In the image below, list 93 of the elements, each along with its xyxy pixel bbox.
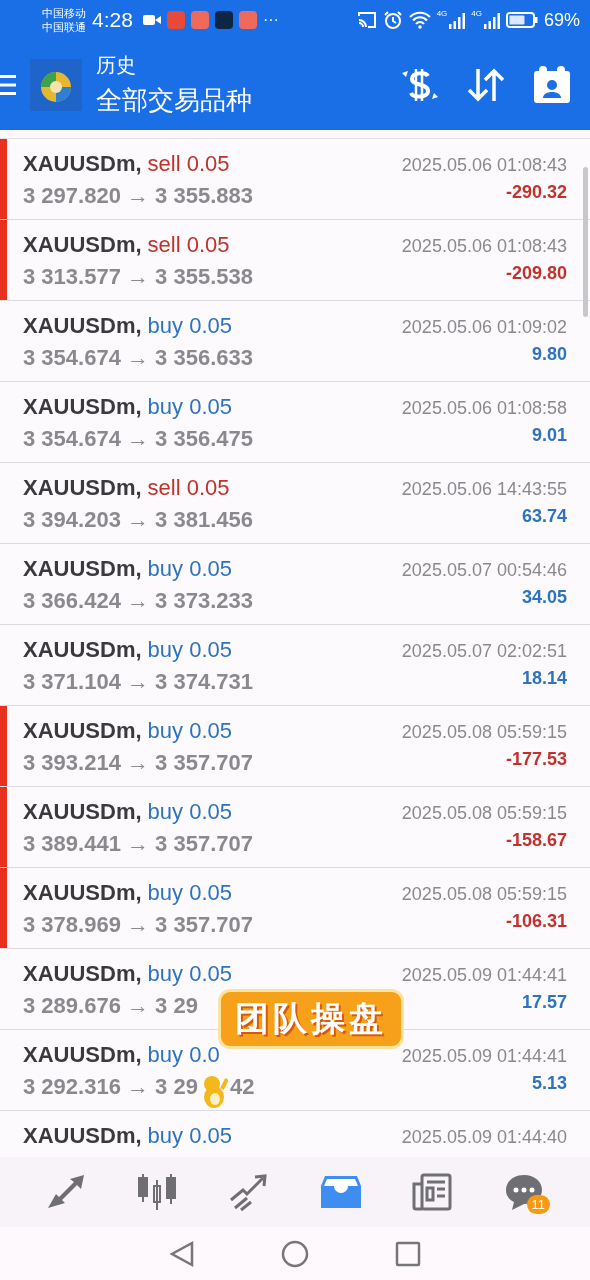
symbol-name: XAUUSDm, <box>23 475 142 501</box>
symbol-name: XAUUSDm, <box>23 394 142 420</box>
trade-type: buy 0.05 <box>147 799 232 825</box>
symbol-name: XAUUSDm, <box>23 1123 142 1149</box>
profit-value: 17.57 <box>521 992 567 1013</box>
trade-time: 2025.05.06 01:08:43 <box>401 236 567 257</box>
profit-value: 9.01 <box>531 425 567 446</box>
clock-time: 4:28 <box>92 8 133 32</box>
trade-time: 2025.05.09 01:44:41 <box>401 1046 567 1067</box>
trade-time: 2025.05.08 05:59:15 <box>401 803 567 824</box>
trade-type: buy 0.05 <box>147 1123 232 1149</box>
trade-time: 2025.05.08 05:59:15 <box>401 722 567 743</box>
video-camera-icon <box>142 14 161 26</box>
symbol-name: XAUUSDm, <box>23 1042 142 1068</box>
symbol-name: XAUUSDm, <box>23 232 142 258</box>
profit-value: -106.31 <box>505 911 567 932</box>
battery-icon <box>505 11 538 29</box>
carrier-name: 中国联通 <box>42 20 86 34</box>
price-range: 3 297.820 → 3 355.883 <box>23 183 253 208</box>
menu-icon[interactable] <box>0 73 16 97</box>
price-range: 3 371.104 → 3 374.731 <box>23 669 253 694</box>
profit-value: 9.80 <box>531 344 567 365</box>
profit-value: 5.13 <box>531 1073 567 1094</box>
price-range: 3 389.441 → 3 357.707 <box>23 831 253 856</box>
trade-time: 2025.05.09 01:44:41 <box>401 965 567 986</box>
profit-value: 34.05 <box>521 587 567 608</box>
trade-type: buy 0.0 <box>147 1042 220 1068</box>
trade-type: buy 0.05 <box>147 637 232 663</box>
price-range: 3 393.214 → 3 357.707 <box>23 750 253 775</box>
app-notification-icon <box>214 11 233 29</box>
sticker-caption: 团队操盘 <box>218 989 404 1049</box>
screen-title: 历史 <box>96 53 137 78</box>
price-range: 3 366.424 → 3 373.233 <box>23 588 253 613</box>
home-icon[interactable] <box>281 1240 309 1268</box>
price-range: 3 289.676 → 3 29 <box>23 993 198 1018</box>
trade-time: 2025.05.06 01:08:43 <box>401 155 567 176</box>
network-type-label: 4G <box>436 9 448 18</box>
signal-bars-icon <box>449 11 466 29</box>
trade-time: 2025.05.08 05:59:15 <box>401 884 567 905</box>
calendar-person-icon[interactable] <box>532 65 572 105</box>
profit-value: -158.67 <box>505 830 567 851</box>
trade-time: 2025.05.09 01:44:40 <box>401 1127 567 1148</box>
price-range: 3 292.316 → 3 29 <box>23 1074 198 1099</box>
price-range: 3 313.577 → 3 355.538 <box>23 264 253 289</box>
symbol-name: XAUUSDm, <box>23 799 142 825</box>
unread-badge: 11 <box>526 1195 551 1214</box>
more-notifications: ··· <box>262 11 279 29</box>
trade-type: buy 0.05 <box>147 961 232 987</box>
price-range: 3 354.674 → 3 356.633 <box>23 345 253 370</box>
signal-bars-icon <box>483 11 500 29</box>
trade-type: sell 0.05 <box>147 232 230 258</box>
price-range: 3 378.969 → 3 357.707 <box>23 912 253 937</box>
newspaper-icon <box>410 1172 455 1212</box>
trade-type: sell 0.05 <box>147 475 230 501</box>
trade-type: buy 0.05 <box>147 880 232 906</box>
app-notification-icon <box>166 11 185 29</box>
symbol-name: XAUUSDm, <box>23 556 142 582</box>
trade-type: buy 0.05 <box>147 718 232 744</box>
cast-icon <box>356 11 377 29</box>
trade-type: sell 0.05 <box>147 151 230 177</box>
app-logo-icon <box>30 59 82 111</box>
price-range: 3 394.203 → 3 381.456 <box>23 507 253 532</box>
app-notification-icon <box>190 11 209 29</box>
app-notification-icon <box>238 11 257 29</box>
trade-time: 2025.05.06 01:08:58 <box>401 398 567 419</box>
symbol-name: XAUUSDm, <box>23 880 142 906</box>
symbol-name: XAUUSDm, <box>23 961 142 987</box>
trade-type: buy 0.05 <box>147 394 232 420</box>
trade-time: 2025.05.06 01:09:02 <box>401 317 567 338</box>
recent-apps-icon[interactable] <box>395 1241 421 1267</box>
alarm-clock-icon <box>382 10 403 30</box>
profit-value: 63.74 <box>521 506 567 527</box>
profit-value: 18.14 <box>521 668 567 689</box>
price-range-fragment: 42 <box>229 1074 255 1099</box>
wifi-icon <box>408 11 431 29</box>
profit-value: -209.80 <box>505 263 567 284</box>
network-type-label: 4G <box>471 9 482 18</box>
price-range: 3 354.674 → 3 356.475 <box>23 426 253 451</box>
symbol-name: XAUUSDm, <box>23 313 142 339</box>
trade-type: buy 0.05 <box>147 313 232 339</box>
profit-value: -177.53 <box>505 749 567 770</box>
trade-time: 2025.05.07 00:54:46 <box>401 560 567 581</box>
carrier-name: 中国移动 <box>42 6 86 20</box>
symbol-name: XAUUSDm, <box>23 637 142 663</box>
battery-percentage: 69% <box>543 9 580 31</box>
symbol-name: XAUUSDm, <box>23 718 142 744</box>
trade-time: 2025.05.07 02:02:51 <box>401 641 567 662</box>
back-icon[interactable] <box>169 1240 195 1268</box>
symbol-name: XAUUSDm, <box>23 151 142 177</box>
profit-value: -290.32 <box>505 182 567 203</box>
trade-time: 2025.05.06 14:43:55 <box>401 479 567 500</box>
trade-type: buy 0.05 <box>147 556 232 582</box>
symbol-filter[interactable]: 全部交易品种 <box>96 83 252 118</box>
